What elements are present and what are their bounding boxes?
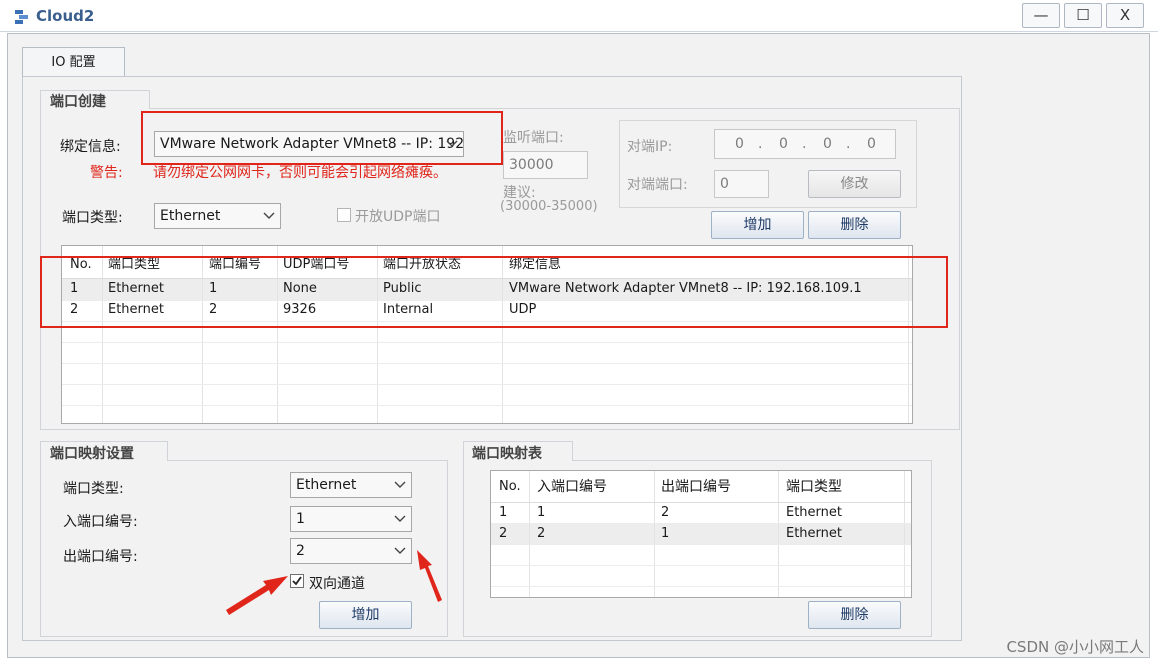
table-cell[interactable]: 2	[661, 503, 669, 523]
chevron-down-icon	[394, 515, 406, 522]
title-bar	[0, 0, 1158, 32]
open-udp-label: 开放UDP端口	[355, 209, 441, 225]
listen-port-label: 监听端口:	[503, 130, 564, 146]
listen-port-input[interactable]: 30000	[503, 151, 588, 179]
cloud-app-icon	[15, 10, 28, 24]
annotation-arrows	[226, 550, 442, 615]
map-port-type-select[interactable]: Ethernet	[290, 472, 412, 498]
maximize-button[interactable]: ☐	[1064, 3, 1102, 28]
delete-port-button[interactable]: 删除	[808, 211, 901, 239]
arrow-to-dropdown-icon	[417, 550, 442, 602]
add-port-button[interactable]: 增加	[711, 211, 804, 239]
annotation-box-port-table	[40, 256, 948, 328]
arrow-to-checkbox-icon	[226, 576, 288, 615]
column-header: No.	[499, 479, 521, 494]
window-title: Cloud2	[36, 7, 95, 25]
column-header: 端口类型	[786, 479, 842, 495]
in-port-select[interactable]: 1	[290, 506, 412, 532]
table-cell[interactable]: Ethernet	[786, 503, 842, 523]
watermark: CSDN @小小网工人	[1006, 638, 1144, 656]
peer-ip-label: 对端IP:	[627, 139, 673, 155]
close-button[interactable]: X	[1106, 3, 1144, 28]
peer-port-input[interactable]: 0	[714, 170, 769, 198]
warning-text: 请勿绑定公网网卡，否则可能会引起网络瘫痪。	[153, 165, 447, 181]
port-type-select[interactable]: Ethernet	[154, 203, 281, 229]
table-cell[interactable]: 2	[499, 524, 507, 544]
port-type-label: 端口类型:	[62, 210, 123, 226]
chevron-down-icon	[263, 212, 275, 219]
port-mapping-settings-title: 端口映射设置	[46, 443, 138, 463]
column-header: 入端口编号	[537, 479, 607, 495]
tab-io-config[interactable]: IO 配置	[22, 47, 125, 77]
peer-port-label: 对端端口:	[627, 177, 688, 193]
table-row-selected-bg	[491, 523, 911, 544]
open-udp-checkbox[interactable]	[337, 208, 351, 222]
annotation-box-bind-info	[141, 111, 503, 165]
peer-ip-input[interactable]: 0 . 0 . 0 . 0	[714, 129, 896, 159]
delete-mapping-button[interactable]: 删除	[808, 601, 901, 629]
mapping-table: No. 入端口编号 出端口编号 端口类型 1 1 2 Ethernet 2 2 …	[490, 470, 912, 598]
table-cell[interactable]: 1	[499, 503, 507, 523]
in-port-label: 入端口编号:	[63, 514, 138, 530]
map-port-type-label: 端口类型:	[63, 481, 124, 497]
table-cell[interactable]: 2	[537, 524, 545, 544]
out-port-label: 出端口编号:	[63, 549, 138, 565]
bind-info-label: 绑定信息:	[60, 139, 121, 155]
modify-button[interactable]: 修改	[808, 170, 901, 198]
table-cell[interactable]: 1	[537, 503, 545, 523]
table-cell[interactable]: Ethernet	[786, 524, 842, 544]
minimize-button[interactable]: —	[1022, 3, 1060, 28]
suggest-range: (30000-35000)	[500, 199, 598, 214]
port-creation-title: 端口创建	[46, 91, 110, 111]
table-cell[interactable]: 1	[661, 524, 669, 544]
column-header: 出端口编号	[661, 479, 731, 495]
chevron-down-icon	[394, 481, 406, 488]
warning-label: 警告:	[90, 165, 123, 181]
port-mapping-table-title: 端口映射表	[468, 443, 546, 463]
